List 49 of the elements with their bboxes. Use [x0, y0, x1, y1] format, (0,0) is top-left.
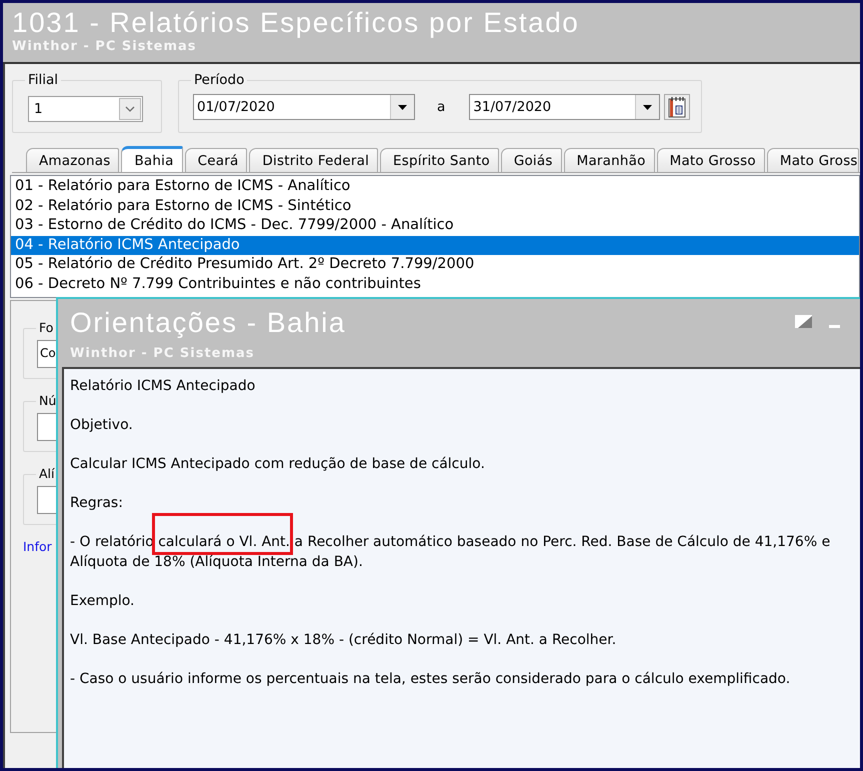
- group-label: Nú: [38, 393, 58, 409]
- caret-icon: [398, 104, 407, 110]
- text-paragraph: Vl. Base Antecipado - 41,176% x 18% - (crédito Normal) = Vl. Ant. a Recolher.: [70, 630, 618, 650]
- caret-icon: [643, 104, 652, 110]
- text-paragraph: Calcular ICMS Antecipado com redução de base de cálculo.: [70, 455, 486, 474]
- info-link[interactable]: Infor: [23, 539, 52, 555]
- calendar-button[interactable]: [664, 94, 690, 120]
- window-title: 1031 - Relatórios Específicos por Estado: [12, 7, 580, 38]
- tab[interactable]: Maranhão: [564, 148, 655, 172]
- chevron-down-icon: [125, 106, 135, 112]
- tab[interactable]: Mato Gross: [766, 148, 859, 172]
- group-label: Período: [193, 72, 246, 88]
- list-item[interactable]: 04 - Relatório ICMS Antecipado: [11, 236, 859, 256]
- date-field[interactable]: 31/07/2020: [469, 94, 660, 120]
- date-value: 01/07/2020: [196, 98, 276, 117]
- tab[interactable]: Mato Grosso: [656, 148, 765, 172]
- range-separator: a: [437, 99, 446, 115]
- text-paragraph: - O relatório calculará o Vl. Ant. a Recolher automático baseado no Perc. Red. Base de Cálculo de 41,176% e Alíquota de 18% (Alíquota Interna da BA).: [70, 533, 832, 572]
- group-label: Filial: [27, 72, 60, 88]
- text-paragraph: Objetivo.: [70, 416, 134, 435]
- dialog-title: Orientações - Bahia: [70, 307, 346, 338]
- tab[interactable]: Bahia: [121, 146, 183, 172]
- calendar-icon: [668, 96, 686, 118]
- list-item[interactable]: 02 - Relatório para Estorno de ICMS - Sintético: [11, 196, 859, 216]
- branch-combo[interactable]: 1: [28, 96, 143, 122]
- date-field[interactable]: 01/07/2020: [193, 94, 415, 120]
- tab[interactable]: Amazonas: [26, 148, 120, 172]
- list-item[interactable]: 01 - Relatório para Estorno de ICMS - Analítico: [11, 177, 859, 197]
- input-field[interactable]: [37, 486, 57, 514]
- group-label: Alí: [38, 466, 56, 482]
- tab[interactable]: Espírito Santo: [380, 148, 499, 172]
- list-item[interactable]: 03 - Estorno de Crédito do ICMS - Dec. 7799/2000 - Analítico: [11, 216, 859, 236]
- list-item[interactable]: 05 - Relatório de Crédito Presumido Art. 2º Decreto 7.799/2000: [11, 255, 859, 275]
- combo-value: 1: [33, 100, 44, 119]
- input-field[interactable]: [37, 413, 57, 441]
- dropdown-button[interactable]: [390, 95, 414, 119]
- dropdown-button[interactable]: [635, 95, 660, 119]
- diagonal-square-icon[interactable]: [795, 315, 812, 328]
- list-item[interactable]: 06 - Decreto Nº 7.799 Contribuintes e não contribuintes: [11, 274, 859, 295]
- date-value: 31/07/2020: [472, 98, 552, 117]
- text-paragraph: Regras:: [70, 494, 124, 513]
- tab[interactable]: Goiás: [500, 148, 562, 172]
- text-paragraph: Exemplo.: [70, 592, 136, 610]
- input-field[interactable]: Co: [37, 340, 57, 368]
- group-label: Fo: [38, 320, 54, 336]
- tab[interactable]: Ceará: [184, 148, 248, 172]
- text-paragraph: Relatório ICMS Antecipado: [70, 377, 256, 396]
- text-paragraph: - Caso o usuário informe os percentuais na tela, estes serão considerado para o cálculo exemplificado.: [70, 670, 792, 688]
- tab[interactable]: Distrito Federal: [249, 148, 378, 172]
